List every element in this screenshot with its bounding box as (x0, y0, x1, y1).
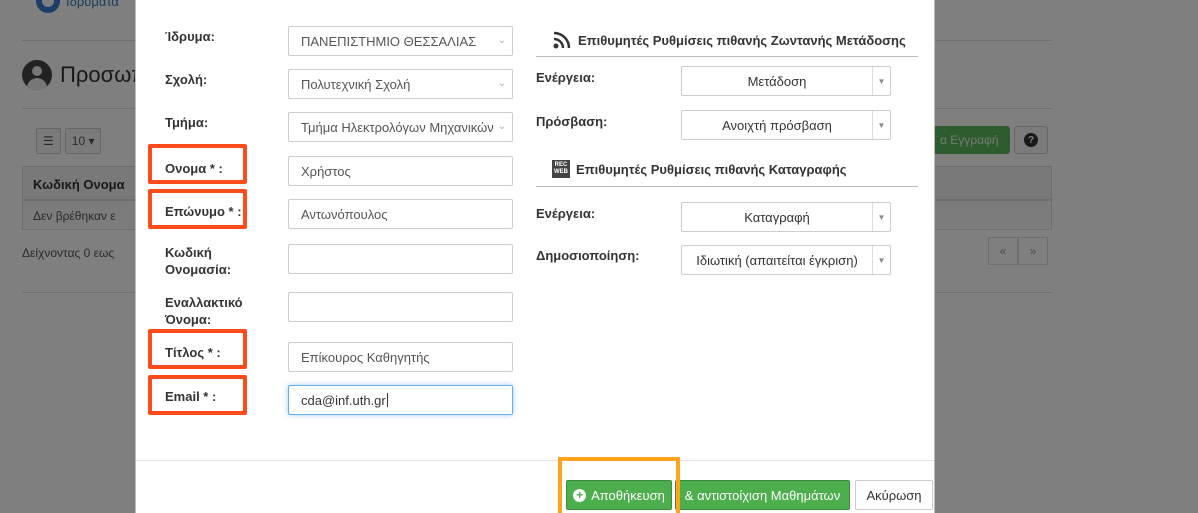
first-name-value: Χρήστος (301, 163, 351, 179)
code-name-label: Κωδική Ονομασία: (165, 244, 231, 278)
cancel-button[interactable]: Ακύρωση (855, 480, 933, 510)
highlight-email (148, 375, 247, 415)
rec-web-icon: REC WEB (552, 160, 570, 178)
school-label: Σχολή: (165, 72, 208, 87)
chevron-down-icon: ⌄ (497, 35, 506, 46)
recording-section-title: REC WEB Επιθυμητές Ρυθμίσεις πιθανής Κατ… (552, 160, 847, 178)
rss-icon (553, 31, 571, 49)
school-select[interactable]: Πολυτεχνική Σχολή ⌄ (288, 69, 513, 99)
recording-title-text: Επιθυμητές Ρυθμίσεις πιθανής Καταγραφής (576, 161, 847, 177)
code-name-label-line1: Κωδική (165, 245, 212, 260)
save-and-map-label: & αντιστοίχιση Μαθημάτων (684, 487, 841, 503)
stream-access-value: Ανοιχτή πρόσβαση (722, 117, 832, 133)
record-action-select[interactable]: Καταγραφή ▼ (681, 202, 891, 232)
section-divider (536, 186, 918, 187)
alt-name-input[interactable] (288, 292, 513, 322)
highlight-last-name (148, 189, 247, 229)
highlight-save (558, 457, 680, 513)
title-value: Επίκουρος Καθηγητής (301, 349, 430, 365)
last-name-value: Αντωνόπουλος (301, 206, 388, 222)
stream-action-select[interactable]: Μετάδοση ▼ (681, 66, 891, 96)
publish-value: Ιδιωτική (απαιτείται έγκριση) (696, 252, 858, 268)
title-input[interactable]: Επίκουρος Καθηγητής (288, 342, 513, 372)
institution-label: Ίδρυμα: (165, 29, 215, 44)
caret-down-icon: ▼ (872, 203, 890, 231)
rec-icon-top: REC (554, 162, 568, 168)
text-cursor (386, 393, 388, 407)
alt-name-label: Εναλλακτικό Όνομα: (165, 294, 243, 328)
code-name-input[interactable] (288, 244, 513, 274)
streaming-section-title: Επιθυμητές Ρυθμίσεις πιθανής Ζωντανής Με… (552, 30, 906, 50)
stream-access-label: Πρόσβαση: (536, 114, 608, 129)
last-name-input[interactable]: Αντωνόπουλος (288, 199, 513, 229)
alt-name-label-line1: Εναλλακτικό (165, 295, 243, 310)
institution-value: ΠΑΝΕΠΙΣΤΗΜΙΟ ΘΕΣΣΑΛΙΑΣ (301, 33, 477, 49)
email-value: cda@inf.uth.gr (301, 392, 386, 408)
publish-select[interactable]: Ιδιωτική (απαιτείται έγκριση) ▼ (681, 245, 891, 275)
email-input[interactable]: cda@inf.uth.gr (288, 385, 513, 415)
record-action-label: Ενέργεια: (536, 206, 596, 221)
edit-person-modal: Ίδρυμα: ΠΑΝΕΠΙΣΤΗΜΙΟ ΘΕΣΣΑΛΙΑΣ ⌄ Σχολή: … (135, 0, 935, 513)
section-divider (536, 56, 918, 57)
code-name-label-line2: Ονομασία: (165, 262, 232, 277)
stream-access-select[interactable]: Ανοιχτή πρόσβαση ▼ (681, 110, 891, 140)
caret-down-icon: ▼ (872, 111, 890, 139)
department-value: Τμήμα Ηλεκτρολόγων Μηχανικών (301, 119, 494, 135)
rec-icon-bottom: WEB (554, 169, 568, 175)
chevron-down-icon: ⌄ (497, 121, 506, 132)
institution-select[interactable]: ΠΑΝΕΠΙΣΤΗΜΙΟ ΘΕΣΣΑΛΙΑΣ ⌄ (288, 26, 513, 56)
caret-down-icon: ▼ (872, 67, 890, 95)
save-and-map-courses-button[interactable]: & αντιστοίχιση Μαθημάτων (675, 480, 850, 510)
highlight-first-name (148, 144, 247, 184)
cancel-label: Ακύρωση (866, 487, 922, 503)
streaming-title-text: Επιθυμητές Ρυθμίσεις πιθανής Ζωντανής Με… (578, 32, 906, 48)
stream-action-label: Ενέργεια: (536, 70, 596, 85)
department-label: Τμήμα: (165, 115, 209, 130)
chevron-down-icon: ⌄ (497, 78, 506, 89)
alt-name-label-line2: Όνομα: (165, 312, 212, 327)
record-action-value: Καταγραφή (744, 209, 810, 225)
school-value: Πολυτεχνική Σχολή (301, 76, 411, 92)
publish-label: Δημοσιοποίηση: (536, 248, 640, 263)
caret-down-icon: ▼ (872, 246, 890, 274)
modal-footer-divider (136, 460, 934, 461)
stream-action-value: Μετάδοση (747, 73, 807, 89)
highlight-title (148, 329, 247, 369)
department-select[interactable]: Τμήμα Ηλεκτρολόγων Μηχανικών ⌄ (288, 112, 513, 142)
first-name-input[interactable]: Χρήστος (288, 156, 513, 186)
